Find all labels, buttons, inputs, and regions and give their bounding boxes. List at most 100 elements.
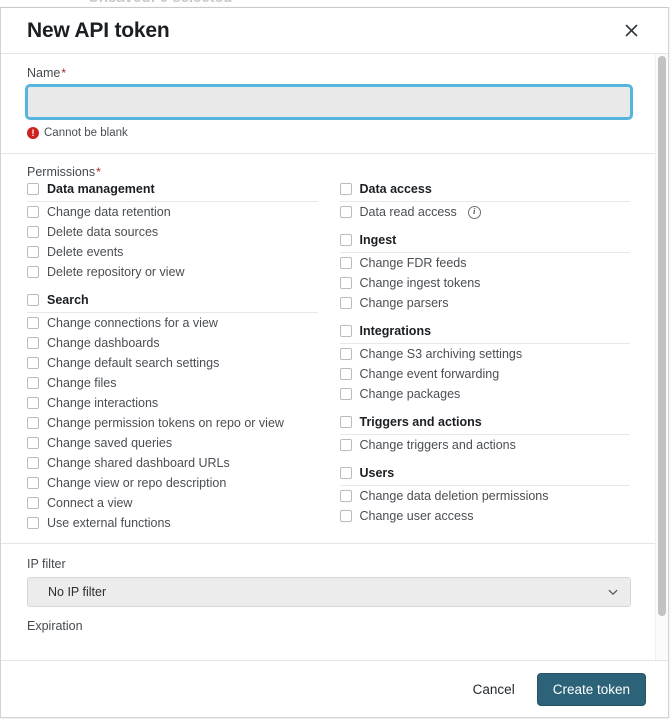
permission-checkbox[interactable] xyxy=(27,246,39,258)
permissions-section: Permissions* Data management Change data… xyxy=(1,153,656,543)
group-header[interactable]: Users xyxy=(339,466,630,486)
permission-checkbox[interactable] xyxy=(339,277,352,289)
permission-checkbox[interactable] xyxy=(27,317,39,329)
permission-item[interactable]: Change view or repo description xyxy=(27,473,318,493)
permission-item[interactable]: Change shared dashboard URLs xyxy=(27,453,318,473)
permission-checkbox[interactable] xyxy=(339,368,352,380)
close-icon[interactable] xyxy=(618,18,644,44)
permission-checkbox[interactable] xyxy=(27,206,39,218)
permission-item[interactable]: Change connections for a view xyxy=(27,313,318,333)
group-title: Data management xyxy=(47,182,155,196)
permission-checkbox[interactable] xyxy=(27,266,39,278)
permission-item[interactable]: Change triggers and actions xyxy=(339,435,631,455)
group-header[interactable]: Data management xyxy=(27,182,318,202)
permission-item[interactable]: Delete events xyxy=(27,242,318,262)
permission-label: Change packages xyxy=(359,387,461,401)
permission-label: Change S3 archiving settings xyxy=(359,347,523,361)
permission-item[interactable]: Use external functions xyxy=(27,513,318,533)
ip-filter-section: IP filter No IP filter xyxy=(1,543,656,613)
name-required-marker: * xyxy=(61,66,67,80)
permission-item[interactable]: Change saved queries xyxy=(27,433,318,453)
permission-item[interactable]: Change files xyxy=(27,373,318,393)
permission-item[interactable]: Change user access xyxy=(339,506,631,526)
permission-item[interactable]: Change default search settings xyxy=(27,353,318,373)
permission-item[interactable]: Change ingest tokens xyxy=(339,273,631,293)
permission-checkbox[interactable] xyxy=(339,297,352,309)
permission-label: Delete repository or view xyxy=(47,265,185,279)
permission-item[interactable]: Change data retention xyxy=(27,202,318,222)
group-header[interactable]: Data access xyxy=(339,182,630,202)
permission-item[interactable]: Change interactions xyxy=(27,393,318,413)
permission-item[interactable]: Change packages xyxy=(339,384,631,404)
permission-label: Change data deletion permissions xyxy=(359,489,549,503)
permission-item[interactable]: Data read access i xyxy=(339,202,631,222)
name-input[interactable] xyxy=(25,84,633,120)
group-header[interactable]: Integrations xyxy=(339,324,630,344)
permission-group-data-access: Data access Data read access i xyxy=(339,182,631,222)
cancel-button[interactable]: Cancel xyxy=(467,674,521,705)
permission-checkbox[interactable] xyxy=(27,517,39,529)
group-checkbox[interactable] xyxy=(339,234,352,246)
permission-checkbox[interactable] xyxy=(27,337,39,349)
dialog-scroll-area: Name* ! Cannot be blank Permissions* Dat… xyxy=(1,54,656,660)
permission-checkbox[interactable] xyxy=(27,377,39,389)
permission-label: Change shared dashboard URLs xyxy=(47,456,230,470)
group-header[interactable]: Triggers and actions xyxy=(339,415,630,435)
permission-checkbox[interactable] xyxy=(339,257,352,269)
new-api-token-dialog: New API token Name* ! Cannot be blank Pe… xyxy=(0,7,669,718)
group-checkbox[interactable] xyxy=(339,467,352,479)
permission-checkbox[interactable] xyxy=(339,206,352,218)
permission-label: Change FDR feeds xyxy=(359,256,467,270)
ip-filter-selected-value: No IP filter xyxy=(48,585,107,599)
scrollbar-track[interactable] xyxy=(655,54,668,660)
create-token-button[interactable]: Create token xyxy=(536,672,646,706)
info-icon[interactable]: i xyxy=(467,205,481,219)
permission-checkbox[interactable] xyxy=(339,490,352,502)
chevron-down-icon xyxy=(606,585,620,599)
group-checkbox[interactable] xyxy=(27,183,39,195)
permissions-required-marker: * xyxy=(96,165,101,179)
group-checkbox[interactable] xyxy=(339,325,352,337)
scrollbar-thumb[interactable] xyxy=(658,56,666,616)
permission-checkbox[interactable] xyxy=(339,439,352,451)
permission-checkbox[interactable] xyxy=(27,417,39,429)
permission-group-search: Search Change connections for a view Cha… xyxy=(27,293,318,533)
name-error: ! Cannot be blank xyxy=(27,127,630,139)
ip-filter-select[interactable]: No IP filter xyxy=(27,577,631,607)
permission-label: Change view or repo description xyxy=(47,476,227,490)
group-checkbox[interactable] xyxy=(339,416,352,428)
permission-item[interactable]: Delete data sources xyxy=(27,222,318,242)
permission-checkbox[interactable] xyxy=(27,477,39,489)
group-header[interactable]: Ingest xyxy=(339,233,630,253)
permission-label: Change event forwarding xyxy=(359,367,500,381)
name-section: Name* ! Cannot be blank xyxy=(1,54,656,153)
permission-item[interactable]: Change S3 archiving settings xyxy=(339,344,631,364)
permission-checkbox[interactable] xyxy=(27,357,39,369)
permission-checkbox[interactable] xyxy=(27,226,39,238)
permission-item[interactable]: Connect a view xyxy=(27,493,318,513)
group-checkbox[interactable] xyxy=(339,183,352,195)
dialog-body: Name* ! Cannot be blank Permissions* Dat… xyxy=(1,54,668,660)
name-label: Name* xyxy=(27,66,630,80)
permission-checkbox[interactable] xyxy=(339,348,352,360)
name-label-text: Name xyxy=(27,66,61,80)
permission-checkbox[interactable] xyxy=(27,397,39,409)
permission-label: Change triggers and actions xyxy=(359,438,516,452)
background-page-text: Unsaved: 0 selected xyxy=(88,0,232,6)
permission-label: Connect a view xyxy=(47,496,133,510)
dialog-footer: Cancel Create token xyxy=(1,660,668,717)
permission-checkbox[interactable] xyxy=(339,388,352,400)
permission-checkbox[interactable] xyxy=(27,497,39,509)
permission-checkbox[interactable] xyxy=(339,510,352,522)
group-header[interactable]: Search xyxy=(27,293,318,313)
permission-item[interactable]: Change data deletion permissions xyxy=(339,486,631,506)
permission-checkbox[interactable] xyxy=(27,457,39,469)
permission-item[interactable]: Delete repository or view xyxy=(27,262,318,282)
permission-item[interactable]: Change event forwarding xyxy=(339,364,631,384)
permission-item[interactable]: Change FDR feeds xyxy=(339,253,631,273)
permission-item[interactable]: Change dashboards xyxy=(27,333,318,353)
group-checkbox[interactable] xyxy=(27,294,39,306)
permission-checkbox[interactable] xyxy=(27,437,39,449)
permission-item[interactable]: Change parsers xyxy=(339,293,631,313)
permission-item[interactable]: Change permission tokens on repo or view xyxy=(27,413,318,433)
